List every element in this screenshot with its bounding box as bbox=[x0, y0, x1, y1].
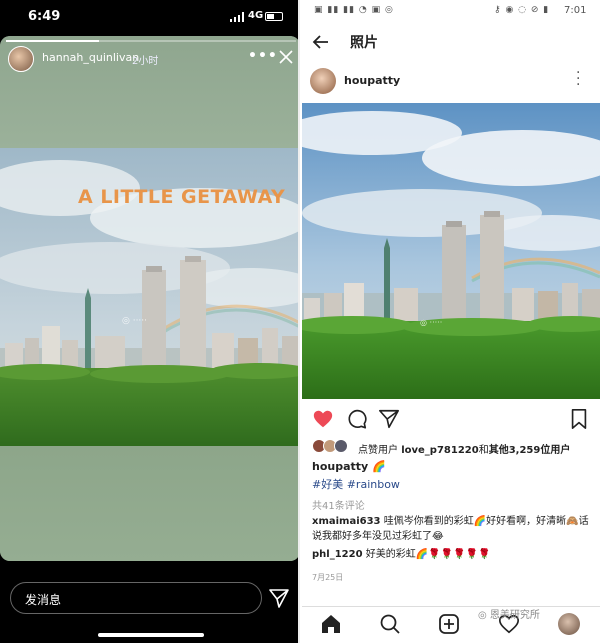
post-actions bbox=[302, 404, 600, 434]
view-comments-link[interactable]: 共41条评论 bbox=[312, 497, 365, 512]
add-post-icon[interactable] bbox=[438, 613, 460, 635]
comment-item: xmaimai633 哇佩岑你看到的彩虹🌈好好看啊，好清晰🙈话说我都好多年没见过… bbox=[312, 516, 589, 542]
story-header: hannah_quinlivan 2小时 ••• bbox=[8, 46, 294, 76]
send-icon[interactable] bbox=[268, 587, 290, 609]
caption-username[interactable]: houpatty 🌈 bbox=[312, 460, 386, 473]
search-icon[interactable] bbox=[379, 613, 401, 635]
screenshot-root: 6:49 4G hannah_quinlivan 2小时 ••• A LITTL… bbox=[0, 0, 600, 643]
story-card[interactable]: hannah_quinlivan 2小时 ••• A LITTLE GETAWA… bbox=[0, 36, 298, 561]
story-progress-fill bbox=[6, 40, 99, 42]
liker-avatars bbox=[312, 439, 350, 455]
battery-icon bbox=[265, 12, 283, 21]
story-bottom-blur bbox=[0, 446, 298, 561]
more-icon[interactable]: ••• bbox=[248, 48, 278, 64]
avatar[interactable] bbox=[8, 46, 34, 72]
post-header: houpatty · · · bbox=[302, 64, 600, 100]
status-time: 7:01 bbox=[564, 5, 587, 16]
heart-icon[interactable] bbox=[312, 408, 334, 430]
account-watermark: ◎ 恩美研究所 bbox=[478, 610, 540, 621]
story-caption: A LITTLE GETAWAY bbox=[78, 186, 286, 208]
likes-line[interactable]: 点赞用户 love_p781220和其他3,259位用户 bbox=[312, 438, 597, 458]
bookmark-icon[interactable] bbox=[568, 408, 590, 430]
comment-item: phl_1220 好美的彩虹🌈🌹🌹🌹🌹🌹 bbox=[312, 549, 491, 560]
back-arrow-icon[interactable] bbox=[312, 33, 330, 51]
caption-hashtags[interactable]: #好美 #rainbow bbox=[312, 476, 400, 492]
post-username[interactable]: houpatty bbox=[344, 74, 400, 87]
status-icons-right: ⚷ ◉ ◌ ⊘ ▮ bbox=[494, 5, 550, 15]
avatar bbox=[334, 439, 348, 453]
send-message-input[interactable]: 发消息 bbox=[10, 582, 262, 614]
likes-text: 点赞用户 love_p781220和其他3,259位用户 bbox=[358, 445, 571, 456]
story-username[interactable]: hannah_quinlivan bbox=[42, 51, 139, 64]
status-time: 6:49 bbox=[28, 9, 61, 24]
status-icons-left: ▣ ▮▮ ▮▮ ◔ ▣ ◎ bbox=[314, 5, 394, 15]
status-bar: ▣ ▮▮ ▮▮ ◔ ▣ ◎ ⚷ ◉ ◌ ⊘ ▮ 7:01 bbox=[302, 0, 600, 22]
profile-avatar-icon[interactable] bbox=[558, 613, 580, 635]
share-icon[interactable] bbox=[378, 408, 400, 430]
post-date: 7月25日 bbox=[312, 573, 344, 582]
post-photo[interactable]: ◎ ····· bbox=[302, 103, 600, 399]
home-icon[interactable] bbox=[320, 613, 342, 635]
home-indicator bbox=[98, 633, 204, 637]
close-icon[interactable] bbox=[278, 49, 294, 65]
status-bar: 6:49 4G bbox=[0, 0, 298, 34]
story-timestamp: 2小时 bbox=[132, 56, 159, 67]
page-title: 照片 bbox=[350, 35, 378, 51]
more-vertical-icon[interactable]: · · · bbox=[576, 66, 580, 92]
comment-icon[interactable] bbox=[346, 408, 368, 430]
svg-text:◎ ·····: ◎ ····· bbox=[420, 318, 442, 327]
avatar[interactable] bbox=[310, 68, 336, 94]
network-label: 4G bbox=[248, 10, 264, 21]
image-watermark: ◎ ····· bbox=[122, 316, 148, 326]
bottom-nav bbox=[302, 606, 600, 643]
message-placeholder: 发消息 bbox=[25, 593, 62, 607]
story-progress-bar bbox=[6, 40, 296, 42]
signal-icon bbox=[230, 12, 244, 22]
story-screen: 6:49 4G hannah_quinlivan 2小时 ••• A LITTL… bbox=[0, 0, 300, 643]
post-screen: ▣ ▮▮ ▮▮ ◔ ▣ ◎ ⚷ ◉ ◌ ⊘ ▮ 7:01 照片 houpatty… bbox=[302, 0, 600, 643]
top-bar: 照片 bbox=[302, 24, 600, 60]
